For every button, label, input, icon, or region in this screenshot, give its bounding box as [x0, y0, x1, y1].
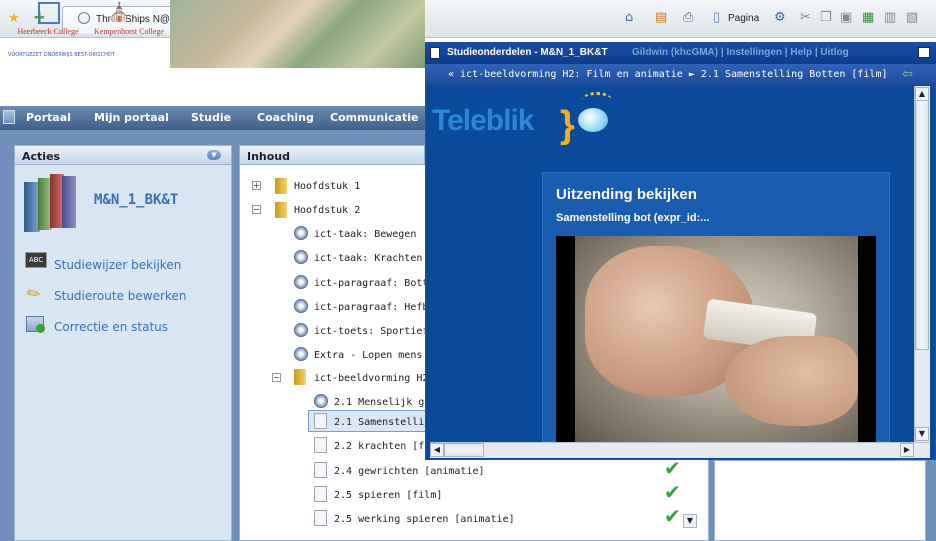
logo-tagline: VOORTGEZET ONDERWIJS BEST-OIRSCHOT [8, 52, 115, 58]
dropdown-arrow-icon[interactable]: ▼ [683, 514, 697, 528]
tree-label[interactable]: 2.5 werking spieren [animatie] [334, 514, 515, 525]
course-name: M&N_1_BK&T [94, 192, 179, 208]
nav-portaal[interactable]: Portaal [26, 111, 71, 124]
vertical-scroll-thumb[interactable] [915, 100, 929, 350]
kempenhorst-logo-icon: ⛪ [108, 2, 131, 23]
document-icon [314, 462, 327, 478]
info-doc-icon [294, 250, 308, 264]
popup-title-background-text: Gildwin (khcGMA) | Instellingen | Help |… [632, 47, 849, 58]
scroll-up-icon[interactable]: ▲ [915, 87, 929, 101]
logo-left-text: Heerbeeck College [17, 27, 79, 36]
expand-plus-icon[interactable]: + [252, 181, 261, 190]
studieroute-link[interactable]: Studieroute bewerken [54, 289, 186, 303]
tree-label[interactable]: 2.5 spieren [film] [334, 490, 442, 501]
collapse-minus-icon[interactable]: − [272, 373, 281, 382]
folder-icon [294, 369, 306, 385]
page-icon[interactable]: ▯ [713, 10, 720, 25]
document-icon [314, 486, 327, 502]
main-navbar: Portaal Mijn portaal Studie Coaching Com… [0, 106, 425, 130]
nav-communicatie[interactable]: Communicatie [330, 111, 418, 124]
info-doc-icon [294, 323, 308, 337]
research-icon[interactable]: ▥ [884, 10, 896, 25]
extra-icon[interactable]: ▧ [906, 10, 918, 25]
folder-icon [275, 202, 287, 218]
scroll-down-icon[interactable]: ▼ [915, 427, 929, 441]
acties-title: Acties [22, 150, 61, 163]
right-panel [714, 460, 926, 541]
feeds-icon[interactable]: ▤ [655, 10, 667, 25]
info-doc-icon [314, 394, 328, 408]
maximize-icon[interactable] [918, 47, 930, 58]
pagina-menu[interactable]: Pagina [728, 13, 759, 24]
paste-icon[interactable]: ▣ [840, 10, 852, 25]
tree-label[interactable]: 2.1 Samenstellir [334, 417, 430, 428]
grid-menu-icon[interactable] [3, 110, 15, 124]
tree-label[interactable]: ict-paragraaf: Botter [314, 278, 440, 289]
copy-icon[interactable]: ❐ [820, 10, 832, 25]
folder-icon [275, 178, 287, 194]
tree-label[interactable]: ict-paragraaf: Hefbo [314, 302, 434, 313]
horizontal-scrollbar[interactable] [430, 442, 930, 458]
collapse-minus-icon[interactable]: − [252, 205, 261, 214]
popup-window-icon [430, 47, 440, 59]
tree-label[interactable]: 2.1 Menselijk ge [334, 397, 430, 408]
window-icon[interactable]: ▦ [862, 10, 874, 25]
video-heading: Uitzending bekijken [556, 186, 697, 203]
info-doc-icon [294, 275, 308, 289]
tree-label[interactable]: ict-beeldvorming H2: [314, 373, 434, 384]
school-logo: ⛪ Heerbeeck College Kempenhorst College … [8, 2, 170, 66]
home-icon[interactable]: ⌂ [625, 10, 633, 25]
info-doc-icon [294, 299, 308, 313]
tree-label[interactable]: Hoofdstuk 2 [294, 205, 360, 216]
teleblik-logo: Teleblik [432, 104, 534, 137]
info-doc-icon [294, 347, 308, 361]
back-arrow-icon[interactable]: ⇦ [902, 67, 913, 82]
inhoud-header: Inhoud [239, 145, 425, 165]
tools-icon[interactable]: ⚙ [774, 10, 786, 25]
tree-label[interactable]: ict-taak: Bewegen [314, 229, 416, 240]
studiewijzer-link[interactable]: Studiewijzer bekijken [54, 258, 181, 272]
books-icon [24, 172, 82, 234]
teleblik-logo-mark-icon: } [560, 92, 634, 152]
checkmark-icon: ✔ [664, 504, 681, 528]
heerbeeck-logo-icon [38, 2, 60, 24]
inhoud-title: Inhoud [247, 150, 291, 163]
scroll-right-icon[interactable]: ▶ [900, 443, 914, 457]
logo-right-text: Kempenhorst College [94, 27, 164, 36]
info-doc-icon [294, 226, 308, 240]
status-check-icon [36, 324, 45, 333]
video-subheading: Samenstelling bot (expr_id:... [556, 212, 710, 224]
nav-mijn-portaal[interactable]: Mijn portaal [94, 111, 169, 124]
collapse-chevron-icon[interactable]: ▼ [207, 150, 221, 160]
second-hand-image [725, 336, 858, 426]
tree-label[interactable]: ict-taak: Krachten [314, 253, 422, 264]
document-icon [314, 510, 327, 526]
document-icon [314, 437, 327, 453]
nav-studie[interactable]: Studie [191, 111, 231, 124]
popup-title: Studieonderdelen - M&N_1_BK&T [447, 47, 608, 58]
tree-label[interactable]: Extra - Lopen mens . [314, 350, 434, 361]
checkmark-icon: ✔ [664, 480, 681, 504]
blackboard-icon: ABC [25, 252, 47, 268]
tree-label[interactable]: 2.4 gewrichten [animatie] [334, 466, 485, 477]
nav-coaching[interactable]: Coaching [257, 111, 314, 124]
video-frame[interactable] [575, 236, 858, 442]
correctie-link[interactable]: Correctie en status [54, 320, 168, 334]
header-photo [170, 0, 425, 68]
document-icon [314, 413, 327, 429]
scroll-left-icon[interactable]: ◀ [430, 443, 444, 457]
scissors-icon[interactable]: ✂ [800, 10, 811, 25]
print-icon[interactable]: ⎙ [683, 10, 693, 25]
acties-header: Acties ▼ [14, 145, 232, 165]
tree-label[interactable]: Hoofdstuk 1 [294, 181, 360, 192]
breadcrumb[interactable]: « ict-beeldvorming H2: Film en animatie … [448, 69, 888, 80]
horizontal-scroll-thumb[interactable] [444, 443, 484, 457]
